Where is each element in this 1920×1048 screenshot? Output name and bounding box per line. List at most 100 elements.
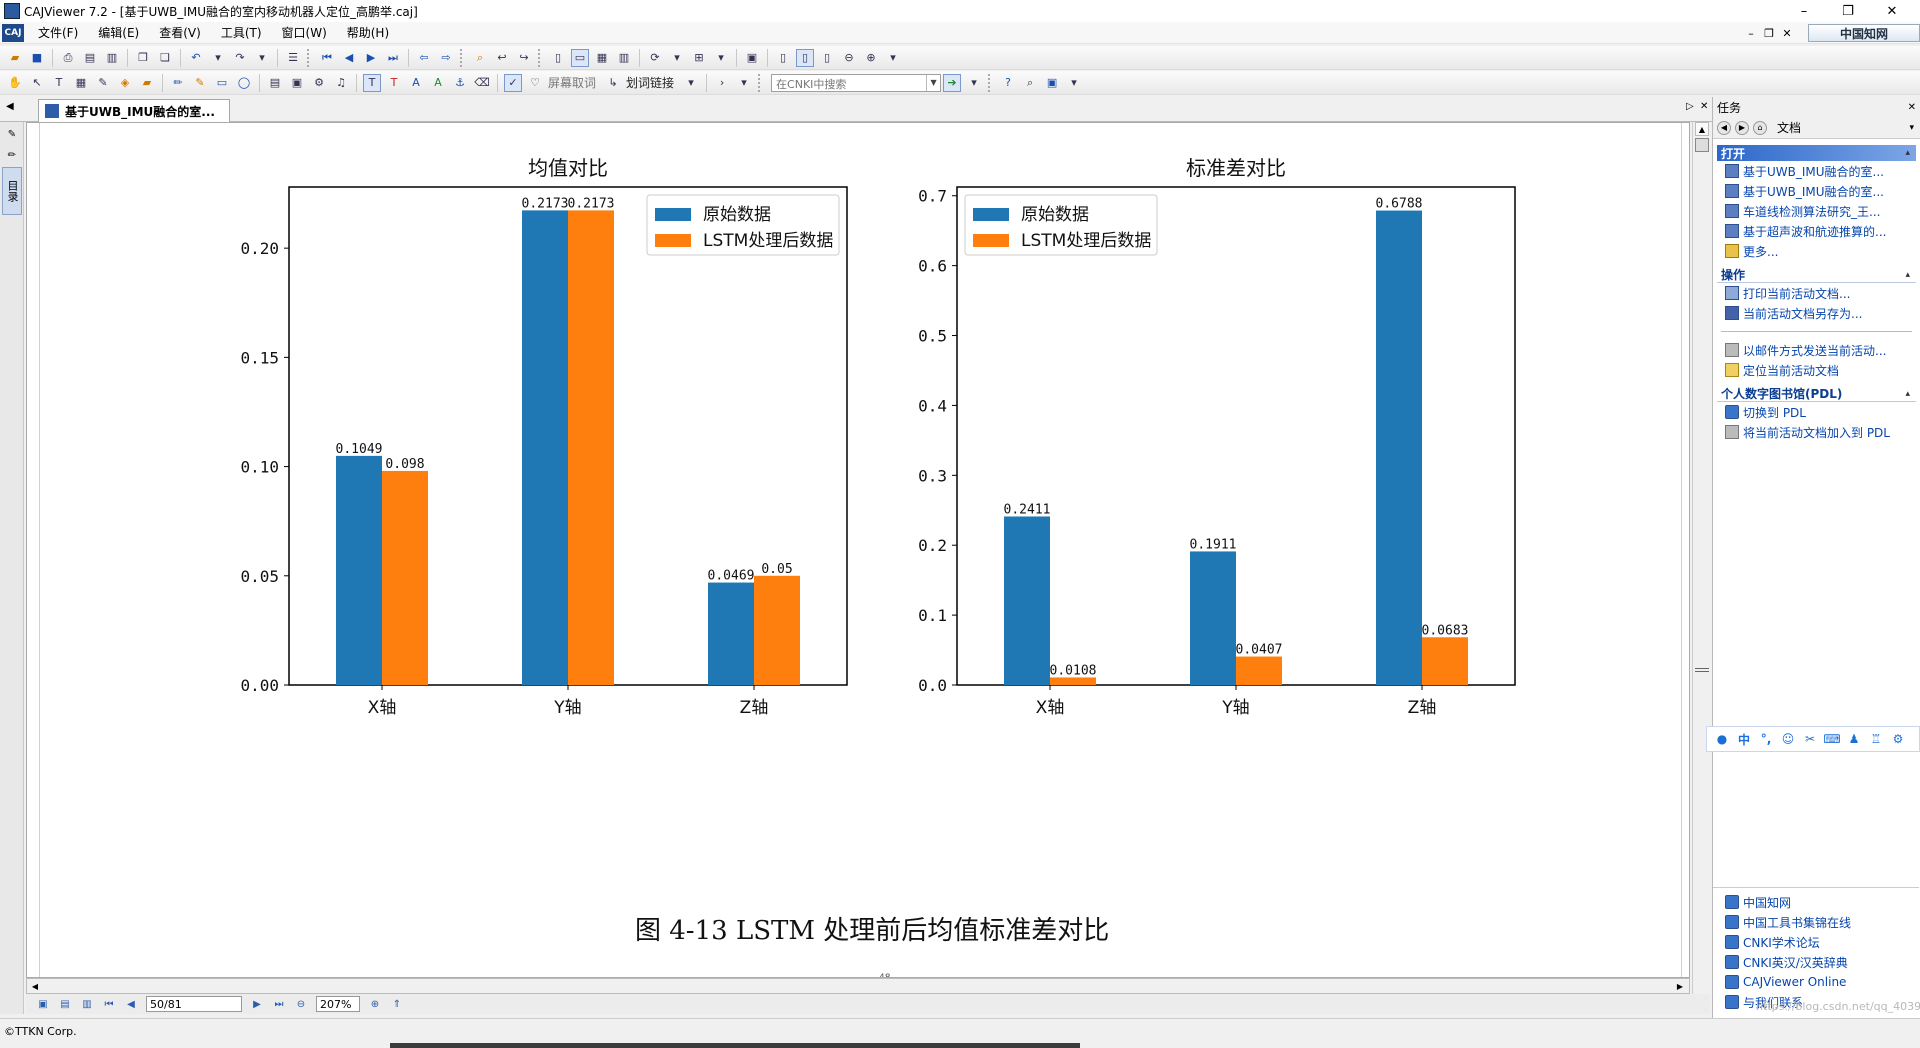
locate-document-link[interactable]: 定位当前活动文档 — [1713, 360, 1920, 380]
menu-tools[interactable]: 工具(T) — [211, 24, 272, 41]
save-as-link[interactable]: 当前活动文档另存为... — [1713, 303, 1920, 323]
recent-file-link[interactable]: 基于超声波和航迹推算的... — [1713, 221, 1920, 241]
page-setup-icon[interactable]: ▥ — [103, 49, 121, 67]
collapse-icon[interactable]: ▴ — [1905, 389, 1910, 399]
horizontal-scrollbar[interactable]: ◀ ▶ — [26, 978, 1690, 994]
find-next-icon[interactable]: ↪ — [515, 49, 533, 67]
actual-size-icon[interactable]: ▯ — [774, 49, 792, 67]
document-view[interactable]: 均值对比 0.00 0.05 0.10 0.15 0.20 X轴 0.1049 0.098 Y轴 0… — [26, 122, 1690, 978]
zoom-dropdown-icon[interactable]: ▾ — [884, 49, 902, 67]
nav-forward-circle-icon[interactable]: ▶ — [1735, 120, 1749, 135]
scroll-left-icon[interactable]: ◀ — [28, 980, 42, 992]
search-go-dropdown-icon[interactable]: ▾ — [965, 74, 983, 92]
help-dropdown-icon[interactable]: ▾ — [1065, 74, 1083, 92]
undo-dropdown-icon[interactable]: ▾ — [209, 49, 227, 67]
text-select-icon[interactable]: T — [50, 74, 68, 92]
hand-tool-icon[interactable]: ✋ — [6, 74, 24, 92]
search-go-icon[interactable]: ➔ — [943, 73, 962, 92]
forward-icon[interactable]: ⇨ — [437, 49, 455, 67]
menu-edit[interactable]: 编辑(E) — [88, 24, 149, 41]
menu-file[interactable]: 文件(F) — [28, 24, 88, 41]
note-icon[interactable]: ▤ — [266, 74, 284, 92]
switch-pdl-link[interactable]: 切换到 PDL — [1713, 402, 1920, 422]
first-page-icon[interactable]: ⏮ — [318, 49, 336, 67]
link-icon[interactable]: ↳ — [604, 74, 622, 92]
prev-page-icon[interactable]: ◀ — [340, 49, 358, 67]
collapse-icon[interactable]: ▴ — [1905, 148, 1910, 158]
ime-mode-toggle[interactable]: 中 — [1735, 730, 1753, 748]
scroll-up-icon[interactable]: ▲ — [1695, 122, 1709, 136]
redo-icon[interactable]: ↷ — [231, 49, 249, 67]
user-icon[interactable]: ♟ — [1845, 730, 1863, 748]
image-select-icon[interactable]: ▦ — [72, 74, 90, 92]
recent-file-link[interactable]: 基于UWB_IMU融合的室... — [1713, 161, 1920, 181]
layout-dropdown-icon[interactable]: ▾ — [712, 49, 730, 67]
paste-icon[interactable]: ❏ — [156, 49, 174, 67]
zoom-in-icon[interactable]: ⊕ — [862, 49, 880, 67]
sound-icon[interactable]: ♫ — [332, 74, 350, 92]
document-tab[interactable]: 基于UWB_IMU融合的室... — [38, 99, 230, 122]
email-document-link[interactable]: 以邮件方式发送当前活动... — [1713, 340, 1920, 360]
menu-window[interactable]: 窗口(W) — [272, 24, 337, 41]
text-color-icon[interactable]: A — [429, 74, 447, 92]
single-page-view-icon[interactable]: ▣ — [35, 996, 51, 1012]
prev-page-button-icon[interactable]: ◀ — [123, 996, 139, 1012]
next-page-button-icon[interactable]: ▶ — [249, 996, 265, 1012]
single-page-icon[interactable]: ▯ — [549, 49, 567, 67]
collapse-icon[interactable]: ▴ — [1905, 270, 1910, 280]
about-icon[interactable]: ▣ — [1043, 74, 1061, 92]
toc-icon[interactable]: ☰ — [284, 49, 302, 67]
copy-icon[interactable]: ❐ — [134, 49, 152, 67]
cajviewer-online-link[interactable]: CAJViewer Online — [1713, 972, 1919, 992]
gear-icon[interactable]: ⚙ — [310, 74, 328, 92]
menu-help[interactable]: 帮助(H) — [337, 24, 399, 41]
home-icon[interactable]: ⌂ — [1753, 120, 1767, 135]
layout-icon[interactable]: ⊞ — [690, 49, 708, 67]
find-icon[interactable]: ⌕ — [471, 49, 489, 67]
rotate-icon[interactable]: ⟳ — [646, 49, 664, 67]
recent-file-link[interactable]: 车道线检测算法研究_王... — [1713, 201, 1920, 221]
search-dropdown-icon[interactable]: ▼ — [926, 74, 940, 91]
forum-link[interactable]: CNKI学术论坛 — [1713, 932, 1919, 952]
rectangle-icon[interactable]: ▭ — [213, 74, 231, 92]
dictionary-link[interactable]: CNKI英汉/汉英辞典 — [1713, 952, 1919, 972]
print-document-link[interactable]: 打印当前活动文档... — [1713, 283, 1920, 303]
pen-icon[interactable]: ✏ — [169, 74, 187, 92]
page-number-input[interactable]: 50/81 — [146, 996, 242, 1012]
rotate-dropdown-icon[interactable]: ▾ — [668, 49, 686, 67]
highlight-icon[interactable]: ▰ — [138, 74, 156, 92]
fit-width-icon[interactable]: ▯ — [796, 48, 814, 67]
page-up-icon[interactable]: ⇑ — [389, 996, 405, 1012]
continuous-facing-icon[interactable]: ▥ — [615, 49, 633, 67]
stamp-icon[interactable]: ▣ — [288, 74, 306, 92]
facing-view-icon[interactable]: ▥ — [79, 996, 95, 1012]
tools-icon[interactable]: ✂ — [1801, 730, 1819, 748]
punctuation-icon[interactable]: °, — [1757, 730, 1775, 748]
vertical-scroll-thumb[interactable] — [1695, 138, 1709, 152]
emoji-icon[interactable]: ☺ — [1779, 730, 1797, 748]
tab-close-icon[interactable]: ✕ — [1700, 101, 1708, 112]
select-tool-icon[interactable]: ↖ — [28, 74, 46, 92]
keyboard-icon[interactable]: ⌨ — [1823, 730, 1841, 748]
more-files-link[interactable]: 更多... — [1713, 241, 1920, 261]
nav-dropdown-icon[interactable]: ▾ — [735, 74, 753, 92]
next-page-icon[interactable]: ▶ — [362, 49, 380, 67]
anchor-icon[interactable]: ⚓ — [451, 74, 469, 92]
save-icon[interactable]: ■ — [28, 49, 46, 67]
thumbnail-view-icon[interactable]: ▤ — [57, 996, 73, 1012]
recent-file-link[interactable]: 基于UWB_IMU融合的室... — [1713, 181, 1920, 201]
annotation-icon[interactable]: ✎ — [3, 125, 21, 143]
minimize-button[interactable]: – — [1782, 0, 1826, 22]
print-preview-icon[interactable]: ▤ — [81, 49, 99, 67]
nav-back-icon[interactable]: › — [713, 74, 731, 92]
redo-dropdown-icon[interactable]: ▾ — [253, 49, 271, 67]
mdi-minimize-button[interactable]: – — [1742, 27, 1760, 40]
add-to-pdl-link[interactable]: 将当前活动文档加入到 PDL — [1713, 422, 1920, 442]
task-pane-view-label[interactable]: 文档 — [1777, 119, 1801, 136]
help-icon[interactable]: ? — [999, 74, 1017, 92]
zoom-out-button-icon[interactable]: ⊖ — [293, 996, 309, 1012]
text-mode-icon[interactable]: T — [363, 73, 381, 92]
undo-icon[interactable]: ↶ — [187, 49, 205, 67]
vertical-scrollbar[interactable]: ▲ ▼ — [1692, 122, 1710, 1014]
operations-section-header[interactable]: 操作 ▴ — [1717, 267, 1916, 283]
